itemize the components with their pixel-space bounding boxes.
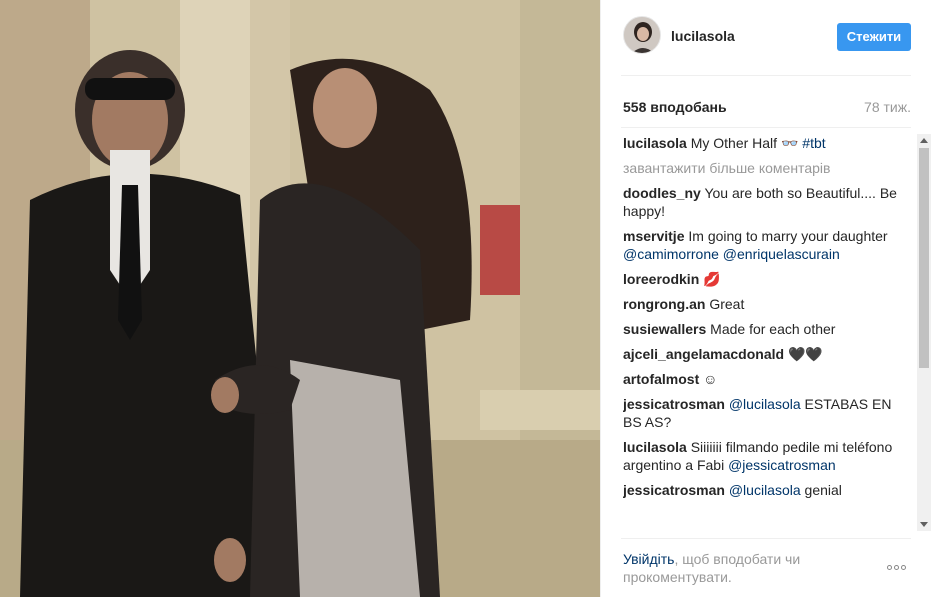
- comment-username[interactable]: loreerodkin: [623, 271, 699, 287]
- comments-list: lucilasola My Other Half 👓 #tbt завантаж…: [623, 134, 913, 532]
- login-prompt: Увійдіть, щоб вподобати чи прокоментуват…: [623, 550, 843, 586]
- caption-username[interactable]: lucilasola: [623, 135, 687, 151]
- comment-mention[interactable]: @jessicatrosman: [728, 457, 836, 473]
- comment-username[interactable]: doodles_ny: [623, 185, 701, 201]
- dot-icon: [887, 565, 892, 570]
- caption: lucilasola My Other Half 👓 #tbt: [623, 134, 913, 152]
- comment-mention[interactable]: @lucilasola: [729, 396, 801, 412]
- comment-mention[interactable]: @lucilasola: [729, 482, 801, 498]
- dot-icon: [901, 565, 906, 570]
- follow-button[interactable]: Стежити: [837, 23, 911, 51]
- comment-username[interactable]: lucilasola: [623, 439, 687, 455]
- comment-text: genial: [804, 482, 842, 498]
- comment-item: ajceli_angelamacdonald 🖤🖤: [623, 345, 913, 363]
- username-link[interactable]: lucilasola: [671, 28, 735, 44]
- comments-scrollbar[interactable]: [917, 134, 931, 531]
- comment-text: Im going to marry your daughter: [688, 228, 888, 244]
- comment-text: 💋: [703, 271, 721, 287]
- comment-username[interactable]: jessicatrosman: [623, 482, 725, 498]
- comment-username[interactable]: ajceli_angelamacdonald: [623, 346, 784, 362]
- scroll-up-arrow-icon[interactable]: [920, 138, 928, 143]
- comment-item: lucilasola Siiiiiii filmando pedile mi t…: [623, 438, 913, 474]
- comment-username[interactable]: jessicatrosman: [623, 396, 725, 412]
- post-sidebar: lucilasola Стежити 558 вподобань 78 тиж.…: [600, 0, 934, 597]
- post-stats: 558 вподобань 78 тиж.: [621, 92, 911, 128]
- login-link[interactable]: Увійдіть: [623, 551, 674, 567]
- caption-text: My Other Half 👓: [690, 135, 799, 151]
- likes-count[interactable]: 558 вподобань: [623, 99, 727, 115]
- comment-mention[interactable]: @enriquelascurain: [723, 246, 840, 262]
- comment-username[interactable]: mservitje: [623, 228, 684, 244]
- comment-item: artofalmost ☺: [623, 370, 913, 388]
- comment-username[interactable]: susiewallers: [623, 321, 706, 337]
- comment-text: Great: [709, 296, 745, 312]
- avatar-image: [624, 17, 660, 53]
- caption-hashtag[interactable]: #tbt: [802, 135, 825, 151]
- scrollbar-thumb[interactable]: [919, 148, 929, 368]
- load-more-comments-link[interactable]: завантажити більше коментарів: [623, 159, 913, 177]
- comment-text: ☺: [703, 371, 718, 387]
- post-header: lucilasola Стежити: [621, 14, 911, 76]
- avatar[interactable]: [623, 16, 661, 54]
- comment-username[interactable]: rongrong.an: [623, 296, 705, 312]
- post-time[interactable]: 78 тиж.: [864, 99, 911, 115]
- more-options-icon[interactable]: [887, 557, 911, 570]
- comment-item: mservitje Im going to marry your daughte…: [623, 227, 913, 263]
- post-footer: Увійдіть, щоб вподобати чи прокоментуват…: [621, 538, 911, 588]
- instagram-post: lucilasola Стежити 558 вподобань 78 тиж.…: [0, 0, 934, 597]
- post-photo[interactable]: [0, 0, 600, 597]
- comment-item: jessicatrosman @lucilasola ESTABAS EN BS…: [623, 395, 913, 431]
- comment-item: doodles_ny You are both so Beautiful....…: [623, 184, 913, 220]
- comment-item: rongrong.an Great: [623, 295, 913, 313]
- comment-item: jessicatrosman @lucilasola genial: [623, 481, 913, 499]
- comment-item: loreerodkin 💋: [623, 270, 913, 288]
- comment-text: 🖤🖤: [787, 346, 823, 362]
- photo-illustration: [0, 0, 600, 597]
- comment-mention[interactable]: @camimorrone: [623, 246, 719, 262]
- comment-item: susiewallers Made for each other: [623, 320, 913, 338]
- comment-text: Made for each other: [710, 321, 836, 337]
- dot-icon: [894, 565, 899, 570]
- comment-username[interactable]: artofalmost: [623, 371, 699, 387]
- scroll-down-arrow-icon[interactable]: [920, 522, 928, 527]
